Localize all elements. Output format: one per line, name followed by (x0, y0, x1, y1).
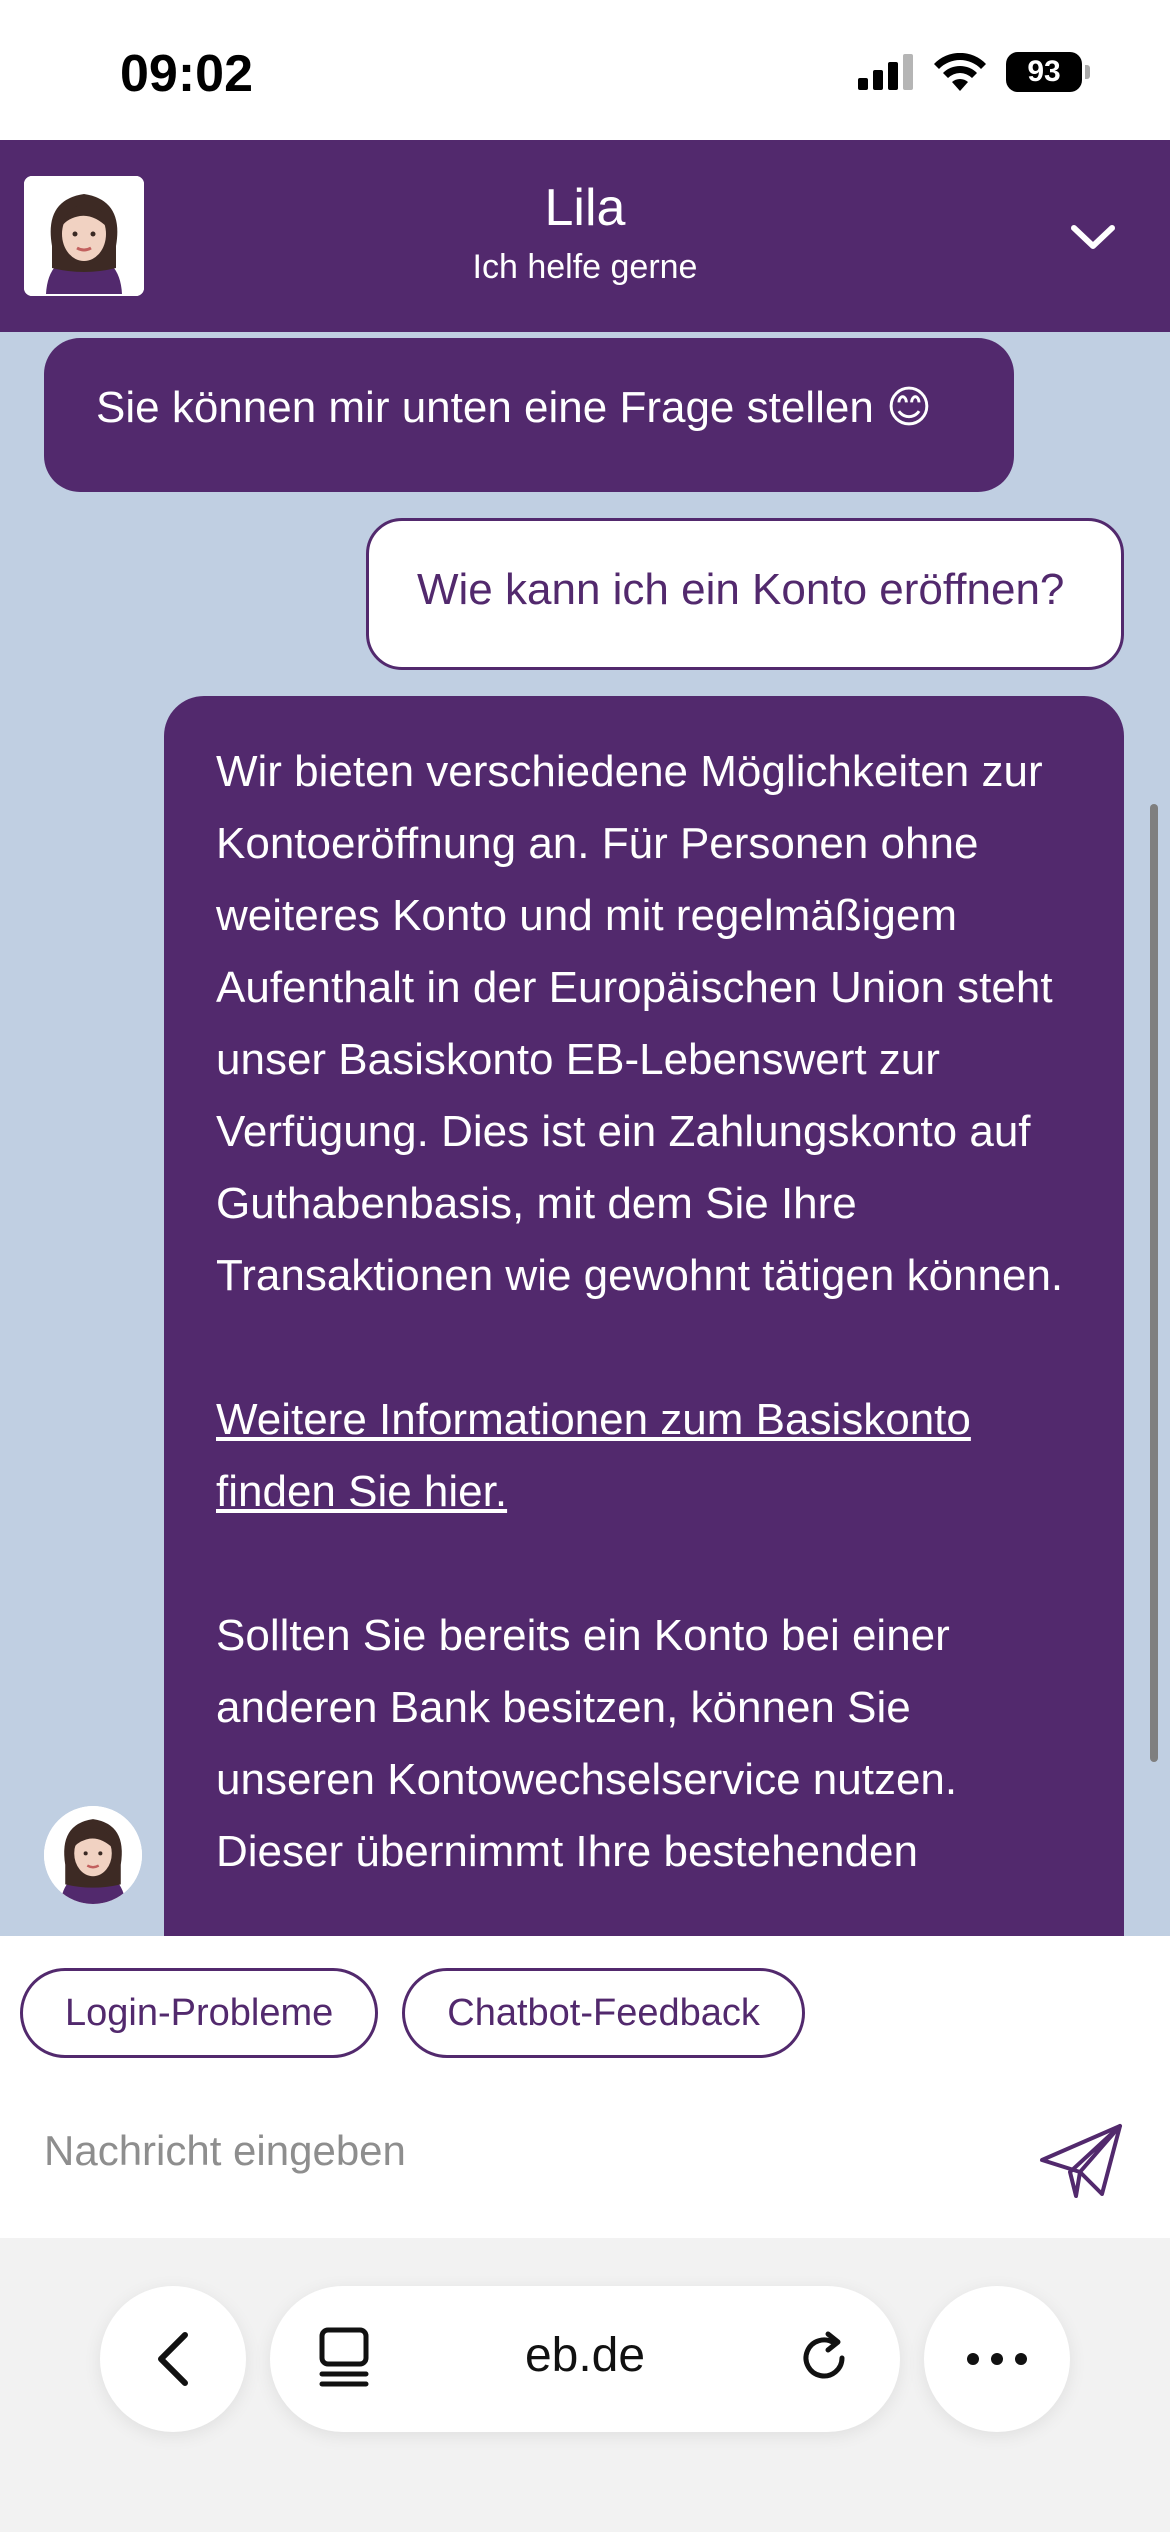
bot-message-bubble: Sie können mir unten eine Frage stellen … (44, 338, 1014, 492)
answer-paragraph: Sollten Sie bereits ein Konto bei einer … (216, 1611, 958, 1876)
address-bar[interactable]: eb.de (270, 2286, 900, 2432)
more-icon (967, 2353, 1027, 2365)
quick-reply-login-problems[interactable]: Login-Probleme (20, 1968, 379, 2058)
send-icon[interactable] (1036, 2120, 1126, 2200)
assistant-subtitle: Ich helfe gerne (472, 248, 698, 286)
quick-reply-chatbot-feedback[interactable]: Chatbot-Feedback (402, 1968, 805, 2058)
avatar-illustration (44, 1806, 142, 1904)
battery-icon: 93 (1006, 52, 1090, 92)
back-button[interactable] (100, 2286, 246, 2432)
message-input-row (0, 2060, 1170, 2238)
more-button[interactable] (924, 2286, 1070, 2432)
chat-area[interactable]: Sie können mir unten eine Frage stellen … (0, 332, 1170, 1936)
signal-icon (858, 54, 913, 90)
status-time: 09:02 (120, 45, 253, 103)
bot-answer-bubble: Wir bieten verschiedene Möglichkeiten zu… (164, 696, 1124, 1936)
chat-header: Lila Ich helfe gerne (0, 140, 1170, 332)
reload-icon[interactable] (794, 2328, 854, 2388)
message-input[interactable] (44, 2116, 1004, 2186)
chevron-down-icon[interactable] (1068, 218, 1118, 258)
wifi-icon (934, 53, 986, 91)
browser-toolbar: eb.de (0, 2238, 1170, 2532)
assistant-name: Lila (544, 179, 626, 237)
battery-level: 93 (1006, 52, 1082, 92)
chat-scrollbar[interactable] (1150, 804, 1158, 1762)
basiskonto-info-link[interactable]: Weitere Informationen zum Basiskonto fin… (216, 1395, 971, 1516)
status-icons: 93 (858, 52, 1090, 92)
status-bar: 09:02 93 (0, 0, 1170, 140)
quick-replies: Login-Probleme Chatbot-Feedback (0, 1936, 1170, 2060)
answer-paragraph: Wir bieten verschiedene Möglichkeiten zu… (216, 747, 1064, 1300)
user-message-bubble: Wie kann ich ein Konto eröffnen? (366, 518, 1124, 670)
assistant-chat-avatar (44, 1806, 142, 1904)
back-icon (158, 2332, 188, 2386)
